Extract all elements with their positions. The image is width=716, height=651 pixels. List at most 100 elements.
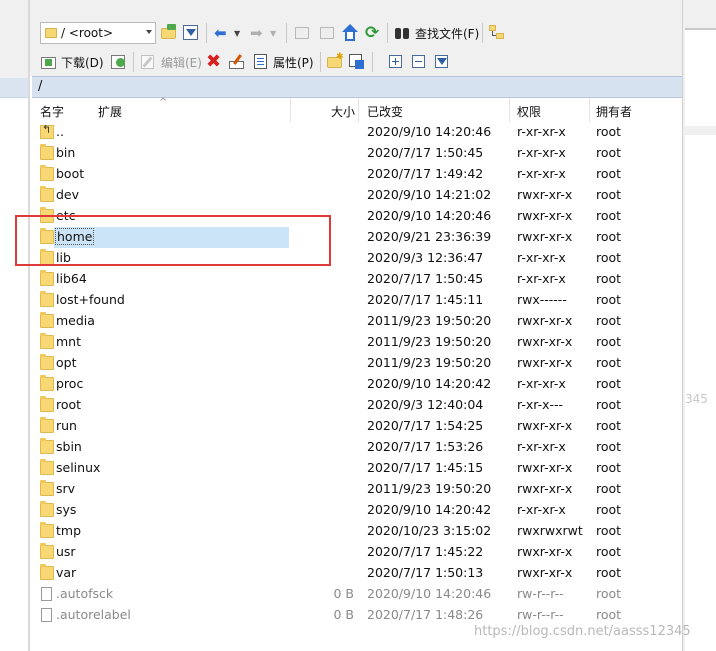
file-row[interactable]: boot 2020/7/17 1:49:42 r-xr-xr-x root	[32, 164, 682, 185]
file-list[interactable]: 名字 扩展 ^ 大小 已改变 权限 拥有者 .. 2020/9/10 14:20:…	[32, 97, 682, 651]
file-row[interactable]: sbin 2020/7/17 1:53:26 r-xr-xr-x root	[32, 437, 682, 458]
path-dropdown-value: / <root>	[61, 26, 114, 40]
filter-button[interactable]	[182, 22, 200, 44]
file-row[interactable]: usr 2020/7/17 1:45:22 rwxr-xr-x root	[32, 542, 682, 563]
current-path-bar[interactable]: /	[32, 76, 682, 98]
file-permissions: r-xr-xr-x	[517, 439, 566, 454]
properties-icon	[252, 53, 270, 71]
file-permissions: rwxr-xr-x	[517, 481, 573, 496]
annotation-highlight-box	[15, 215, 331, 266]
file-name: opt	[56, 355, 77, 370]
delete-button[interactable]: ✖	[206, 51, 224, 73]
file-name: selinux	[56, 460, 101, 475]
new-file-button[interactable]	[348, 51, 366, 73]
file-name: sbin	[56, 439, 82, 454]
properties-button[interactable]: 属性(P)	[252, 51, 314, 73]
rename-button[interactable]	[228, 51, 246, 73]
folder-icon	[40, 543, 54, 559]
filter-mask-button[interactable]	[433, 51, 451, 73]
home-directory-button[interactable]	[341, 22, 359, 44]
file-owner: root	[596, 460, 622, 475]
file-row[interactable]: opt 2011/9/23 19:50:20 rwxr-xr-x root	[32, 353, 682, 374]
file-modified: 2020/7/17 1:50:45	[367, 271, 484, 286]
column-header-modified[interactable]: 已改变	[367, 103, 403, 120]
file-size: 0 B	[333, 607, 354, 622]
file-row[interactable]: var 2020/7/17 1:50:13 rwxr-xr-x root	[32, 563, 682, 584]
file-permissions: rwxr-xr-x	[517, 208, 573, 223]
unselect-all-button[interactable]	[410, 51, 428, 73]
file-modified: 2011/9/23 19:50:20	[367, 313, 492, 328]
parent-directory-button[interactable]	[293, 22, 311, 44]
folder-icon	[40, 501, 54, 517]
file-row[interactable]: run 2020/7/17 1:54:25 rwxr-xr-x root	[32, 416, 682, 437]
file-modified: 2020/9/10 14:21:02	[367, 187, 492, 202]
new-file-icon	[348, 53, 366, 71]
file-row[interactable]: lib64 2020/7/17 1:50:45 r-xr-xr-x root	[32, 269, 682, 290]
folder-icon	[40, 480, 54, 496]
file-name: lib64	[56, 271, 87, 286]
new-folder-button[interactable]: ✱	[326, 51, 344, 73]
pencil-icon	[140, 53, 158, 71]
file-permissions: rwxr-xr-x	[517, 460, 573, 475]
column-header-size[interactable]: 大小	[331, 103, 355, 120]
refresh-button[interactable]: ⟳	[365, 22, 383, 44]
file-row[interactable]: root 2020/9/3 12:40:04 r-xr-x--- root	[32, 395, 682, 416]
file-name: run	[56, 418, 77, 433]
file-permissions: r-xr-xr-x	[517, 271, 566, 286]
download-options-button[interactable]	[110, 51, 128, 73]
file-permissions: r-xr-x---	[517, 397, 564, 412]
directory-tree-button[interactable]	[488, 22, 506, 44]
file-row[interactable]: dev 2020/9/10 14:21:02 rwxr-xr-x root	[32, 185, 682, 206]
file-permissions: rwxr-xr-x	[517, 313, 573, 328]
open-folder-icon	[160, 24, 178, 42]
file-permissions: rwxr-xr-x	[517, 334, 573, 349]
file-row[interactable]: mnt 2011/9/23 19:50:20 rwxr-xr-x root	[32, 332, 682, 353]
file-name: .autorelabel	[56, 607, 131, 622]
column-headers: 名字 扩展 ^ 大小 已改变 权限 拥有者	[32, 97, 682, 122]
file-row[interactable]: lost+found 2020/7/17 1:45:11 rwx------ root	[32, 290, 682, 311]
new-folder-icon: ✱	[326, 53, 344, 71]
forward-button[interactable]: ➡ ▼	[250, 22, 276, 44]
file-modified: 2020/7/17 1:45:11	[367, 292, 484, 307]
file-owner: root	[596, 250, 622, 265]
file-row[interactable]: .. 2020/9/10 14:20:46 r-xr-xr-x root	[32, 122, 682, 143]
file-row[interactable]: tmp 2020/10/23 3:15:02 rwxrwxrwt root	[32, 521, 682, 542]
column-header-name[interactable]: 名字	[40, 103, 64, 120]
file-row[interactable]: selinux 2020/7/17 1:45:15 rwxr-xr-x root	[32, 458, 682, 479]
file-modified: 2020/9/21 23:36:39	[367, 229, 492, 244]
left-pane-edge	[0, 0, 30, 651]
pane-splitter[interactable]	[28, 0, 30, 651]
file-row[interactable]: proc 2020/9/10 14:20:42 r-xr-xr-x root	[32, 374, 682, 395]
root-directory-button[interactable]	[318, 22, 336, 44]
file-row[interactable]: bin 2020/7/17 1:50:45 r-xr-xr-x root	[32, 143, 682, 164]
file-permissions: rwxr-xr-x	[517, 187, 573, 202]
file-modified: 2020/9/3 12:36:47	[367, 250, 484, 265]
file-row[interactable]: srv 2011/9/23 19:50:20 rwxr-xr-x root	[32, 479, 682, 500]
file-row[interactable]: sys 2020/9/10 14:20:42 r-xr-xr-x root	[32, 500, 682, 521]
back-arrow-icon: ⬅	[214, 24, 227, 42]
column-header-ext[interactable]: 扩展	[98, 103, 122, 120]
column-header-owner[interactable]: 拥有者	[596, 103, 632, 120]
edit-button[interactable]: 编辑(E)	[140, 51, 202, 73]
file-modified: 2020/10/23 3:15:02	[367, 523, 492, 538]
file-owner: root	[596, 586, 622, 601]
toolbar-row-actions: 下载(D) 编辑(E) ✖ 属性(P) ✱	[30, 48, 682, 76]
file-name: var	[56, 565, 77, 580]
file-owner: root	[596, 166, 622, 181]
file-name: lost+found	[56, 292, 125, 307]
back-button[interactable]: ⬅ ▼	[214, 22, 240, 44]
file-modified: 2020/7/17 1:48:26	[367, 607, 484, 622]
path-dropdown[interactable]: / <root>	[40, 22, 156, 44]
left-pane-path-bar	[0, 78, 30, 98]
file-name: proc	[56, 376, 84, 391]
parent-folder-icon	[40, 123, 54, 139]
file-row[interactable]: media 2011/9/23 19:50:20 rwxr-xr-x root	[32, 311, 682, 332]
column-header-permissions[interactable]: 权限	[517, 103, 541, 120]
download-button[interactable]: 下载(D)	[40, 51, 104, 73]
file-row[interactable]: .autorelabel 0 B 2020/7/17 1:48:26 rw-r--r-…	[32, 605, 682, 626]
open-directory-button[interactable]	[160, 22, 178, 44]
file-row[interactable]: .autofsck 0 B 2020/9/10 14:20:46 rw-r--r-- r…	[32, 584, 682, 605]
file-permissions: r-xr-xr-x	[517, 145, 566, 160]
select-all-button[interactable]	[387, 51, 405, 73]
find-files-button[interactable]: 查找文件(F)	[394, 22, 479, 44]
